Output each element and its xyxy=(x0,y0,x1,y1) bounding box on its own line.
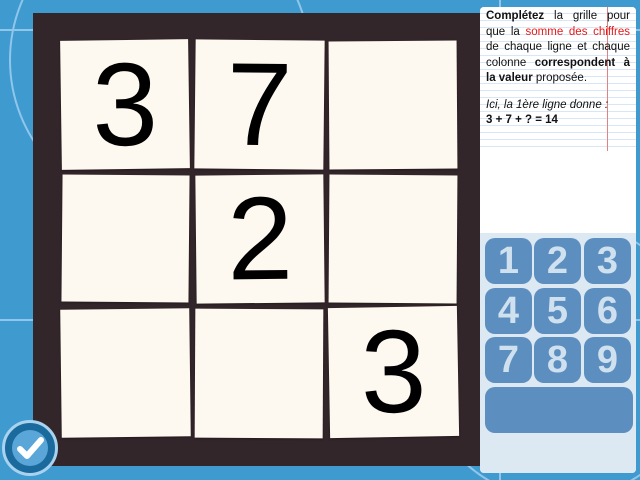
key-6[interactable]: 6 xyxy=(584,288,631,334)
key-clear[interactable] xyxy=(485,387,633,433)
grid-cell-r0c2[interactable] xyxy=(328,40,458,170)
panel-blank-area xyxy=(480,151,636,233)
validate-button[interactable] xyxy=(2,420,58,476)
key-1[interactable]: 1 xyxy=(485,238,532,284)
key-5[interactable]: 5 xyxy=(534,288,581,334)
grid-cell-r0c1[interactable]: 7 xyxy=(194,38,325,171)
grid-cell-r1c1[interactable]: 2 xyxy=(195,173,325,305)
example-intro: Ici, la 1ère ligne donne : xyxy=(486,98,609,111)
instructions-text: Complétez la grille pour que la somme de… xyxy=(486,9,630,128)
key-3[interactable]: 3 xyxy=(584,238,631,284)
key-2[interactable]: 2 xyxy=(534,238,581,284)
instructions-notepad: Complétez la grille pour que la somme de… xyxy=(480,7,636,151)
checkmark-icon xyxy=(12,430,48,466)
key-4[interactable]: 4 xyxy=(485,288,532,334)
example-formula: 3 + 7 + ? = 14 xyxy=(486,113,558,126)
grid-cell-r2c0[interactable] xyxy=(60,308,191,438)
instructions-highlight-sum: somme des chiffres xyxy=(525,25,630,38)
grid-cell-r2c2[interactable]: 3 xyxy=(327,305,460,439)
key-9[interactable]: 9 xyxy=(584,337,631,383)
instructions-bold-completez: Complétez xyxy=(486,10,545,22)
grid-cell-r0c0[interactable]: 3 xyxy=(60,38,190,171)
grid-cell-r1c0[interactable] xyxy=(61,174,190,303)
key-7[interactable]: 7 xyxy=(485,337,532,383)
game-board: 3 7 2 3 xyxy=(33,13,481,466)
example-block: Ici, la 1ère ligne donne : 3 + 7 + ? = 1… xyxy=(486,98,630,128)
key-8[interactable]: 8 xyxy=(534,337,581,383)
instructions-text-3: proposée. xyxy=(532,72,588,84)
grid-cell-r1c2[interactable] xyxy=(328,174,458,304)
grid-cell-r2c1[interactable] xyxy=(194,308,324,439)
